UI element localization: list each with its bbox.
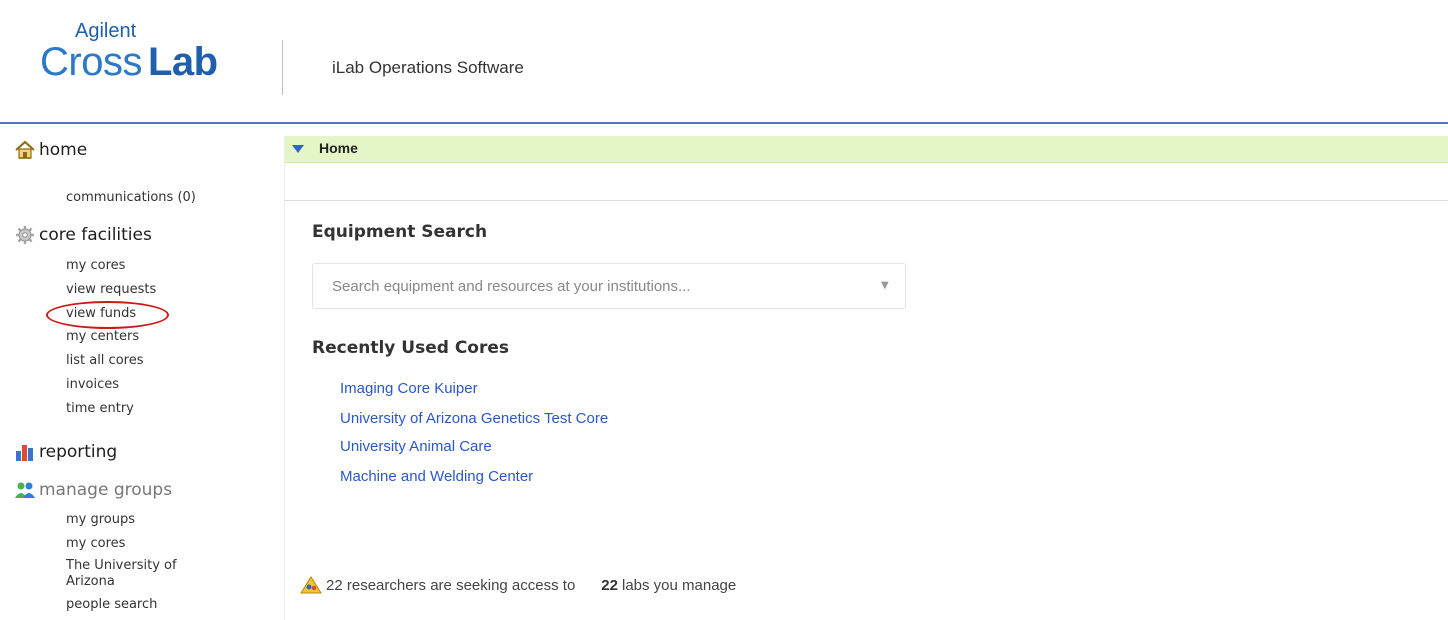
sidebar-item-manage-groups[interactable]: manage groups [14,480,172,500]
bar-chart-icon [14,442,36,462]
main-content: Home Equipment Search ▼ Recently Used Co… [284,124,1448,620]
sidebar-item-my-centers[interactable]: my centers [66,329,139,345]
panel-left-border [284,162,285,620]
equipment-search-box[interactable]: ▼ [312,263,906,309]
sidebar-item-core-facilities[interactable]: core facilities [14,225,152,245]
access-request-notice: 22 researchers are seeking access to 22 … [300,576,736,594]
notice-count[interactable]: 22 [601,577,618,594]
sidebar-item-communications[interactable]: communications (0) [66,190,196,206]
logo-cross-text: Cross [40,40,142,84]
sidebar-item-my-groups[interactable]: my groups [66,512,135,528]
sidebar-item-view-requests[interactable]: view requests [66,282,156,298]
sidebar-core-facilities-label: core facilities [39,225,152,245]
sidebar-item-my-cores[interactable]: my cores [66,258,125,274]
core-link-university-animal-care[interactable]: University Animal Care [340,438,492,455]
app-name: iLab Operations Software [332,58,524,77]
notice-labs-link[interactable]: labs you manage [622,577,736,594]
equipment-search-title: Equipment Search [312,222,488,242]
sidebar-item-list-all-cores[interactable]: list all cores [66,353,143,369]
gear-icon [14,225,36,245]
sidebar-item-home[interactable]: home [14,140,87,160]
agilent-crosslab-logo[interactable]: Agilent Cross Lab [40,18,240,98]
notice-text: 22 researchers are seeking access to [326,576,576,594]
chevron-down-icon[interactable]: ▼ [881,280,889,291]
warning-icon [300,576,322,594]
sidebar-nav: home communications (0) core facilities … [0,124,282,620]
logo-lab-text: Lab [148,40,218,84]
core-link-imaging-core-kuiper[interactable]: Imaging Core Kuiper [340,380,478,397]
core-link-genetics-test-core[interactable]: University of Arizona Genetics Test Core [340,410,608,427]
home-icon [14,140,36,160]
sidebar-reporting-label: reporting [39,442,118,462]
sidebar-item-time-entry[interactable]: time entry [66,401,134,417]
breadcrumb-home: Home [319,140,358,156]
sidebar-item-people-search[interactable]: people search [66,597,157,613]
core-link-machine-welding-center[interactable]: Machine and Welding Center [340,468,533,485]
recently-used-cores-title: Recently Used Cores [312,338,510,358]
sidebar-item-invoices[interactable]: invoices [66,377,119,393]
sidebar-item-reporting[interactable]: reporting [14,442,117,462]
sidebar-home-label: home [39,140,88,160]
sidebar-item-my-cores-groups[interactable]: my cores [66,536,125,552]
app-window: Agilent Cross Lab iLab Operations Softwa… [0,0,1448,620]
equipment-search-input[interactable] [313,264,853,308]
home-breadcrumb-bar[interactable]: Home [284,136,1448,163]
view-funds-highlight-ring [46,301,169,329]
collapse-triangle-icon[interactable] [292,145,304,153]
header-divider [282,40,283,95]
sidebar-item-university-of-arizona[interactable]: The University of Arizona [66,558,226,590]
sidebar-manage-groups-label: manage groups [39,480,173,500]
panel-divider [284,200,1448,201]
group-icon [14,480,36,500]
